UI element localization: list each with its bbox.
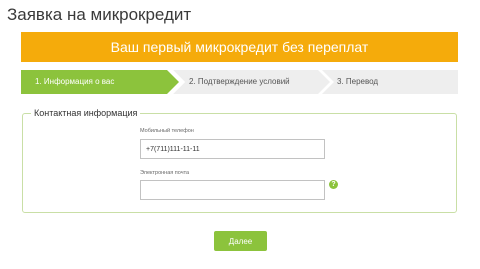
step-2-label: 2. Подтверждение условий — [189, 77, 290, 86]
email-label: Электронная почта — [140, 170, 190, 176]
contact-info-legend: Контактная информация — [31, 107, 141, 119]
phone-input[interactable] — [140, 139, 325, 159]
next-button[interactable]: Далее — [214, 231, 267, 251]
question-mark-icon[interactable]: ? — [329, 180, 338, 189]
step-2-confirm-terms: 2. Подтверждение условий — [173, 70, 331, 94]
phone-label: Мобильный телефон — [140, 128, 194, 134]
promo-banner: Ваш первый микрокредит без переплат — [21, 32, 458, 62]
email-input[interactable] — [140, 180, 325, 200]
step-3-transfer: 3. Перевод — [321, 70, 458, 94]
progress-steps: 1. Информация о вас 2. Подтверждение усл… — [21, 70, 458, 94]
step-3-label: 3. Перевод — [337, 77, 379, 86]
step-1-label: 1. Информация о вас — [35, 77, 115, 86]
page-title: Заявка на микрокредит — [7, 5, 192, 24]
step-1-info-about-you: 1. Информация о вас — [21, 70, 179, 94]
promo-banner-text: Ваш первый микрокредит без переплат — [110, 39, 369, 55]
contact-info-fieldset: Контактная информация Мобильный телефон … — [22, 107, 457, 213]
